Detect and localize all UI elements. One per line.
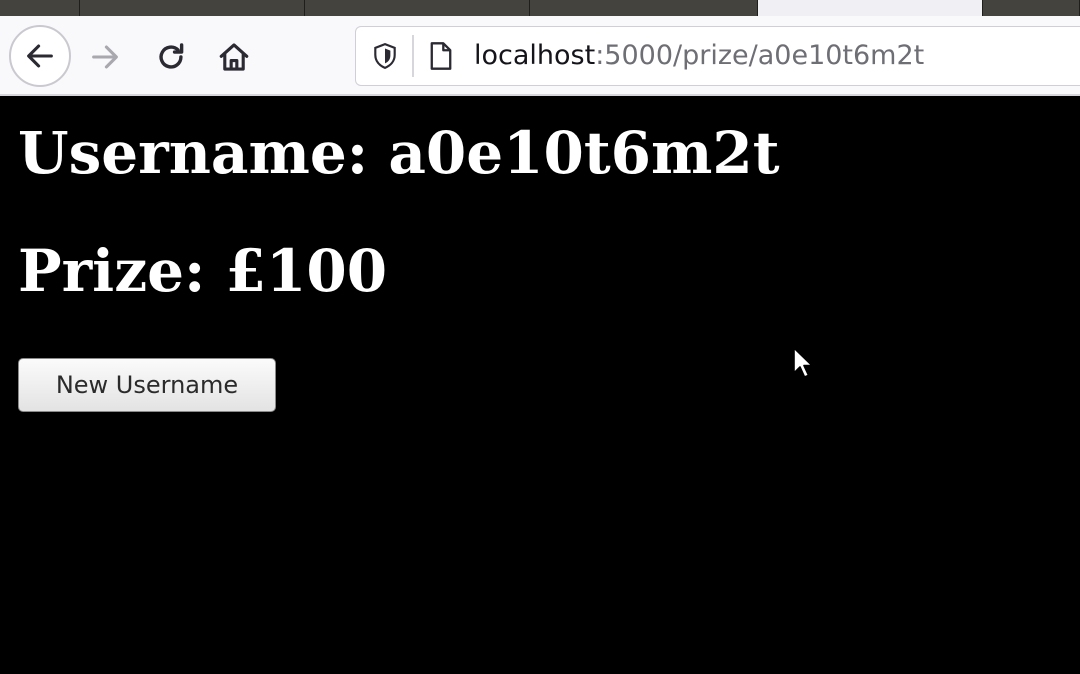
url-path: :5000/prize/a0e10t6m2t [595,40,925,71]
arrow-left-icon [27,44,53,68]
reload-icon [159,43,184,69]
url-host: localhost [474,40,596,71]
site-security-button[interactable] [370,41,400,71]
browser-toolbar: localhost:5000/prize/a0e10t6m2t [0,16,1080,96]
forward-button[interactable] [82,34,128,80]
browser-tab[interactable] [0,0,80,16]
mouse-cursor-icon [793,347,813,378]
home-button[interactable] [211,34,257,80]
home-icon [219,43,249,71]
tab-strip [0,0,1080,16]
prize-heading: Prize: £100 [18,237,388,305]
browser-tab[interactable] [530,0,758,16]
page-info-button[interactable] [426,40,456,72]
url-divider [412,35,414,77]
new-username-button[interactable]: New Username [18,358,276,412]
page-icon [430,42,452,70]
browser-tab[interactable] [80,0,305,16]
url-text[interactable]: localhost:5000/prize/a0e10t6m2t [474,39,924,73]
page-content: Username: a0e10t6m2t Prize: £100 New Use… [0,96,1080,674]
browser-tab[interactable] [983,0,1080,16]
back-button[interactable] [9,25,71,87]
address-bar[interactable]: localhost:5000/prize/a0e10t6m2t [355,26,1080,86]
browser-tab[interactable] [305,0,530,16]
shield-icon [374,42,396,70]
username-heading: Username: a0e10t6m2t [18,119,780,187]
browser-tab-active[interactable] [758,0,983,16]
arrow-right-icon [92,45,118,69]
reload-button[interactable] [148,34,194,80]
